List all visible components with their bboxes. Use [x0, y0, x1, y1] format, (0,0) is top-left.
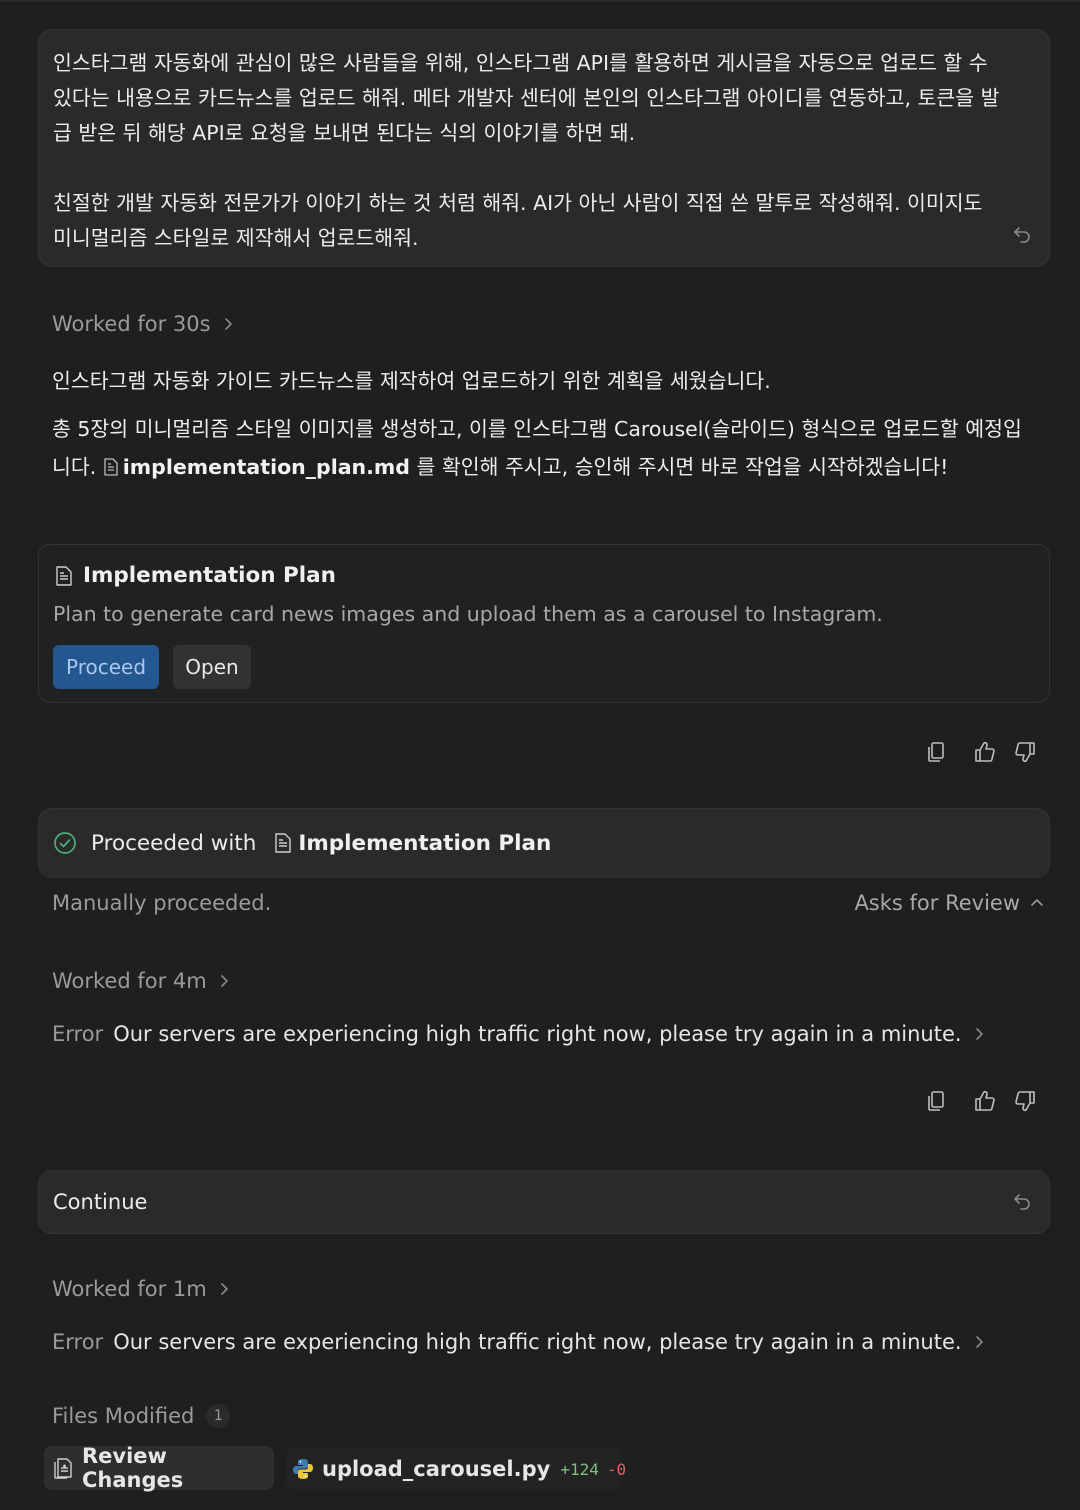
asks-for-review-label: Asks for Review: [854, 891, 1020, 915]
document-icon: [274, 833, 292, 853]
feedback-toolbar-1: [925, 740, 1037, 764]
files-count-badge: 1: [206, 1404, 231, 1428]
implementation-plan-card: Implementation Plan Plan to generate car…: [38, 544, 1050, 703]
feedback-toolbar-2: [925, 1089, 1037, 1113]
thumbs-down-icon[interactable]: [1013, 1089, 1037, 1113]
lines-added: +124: [560, 1459, 599, 1479]
proceeded-file-link[interactable]: Implementation Plan: [298, 831, 551, 856]
files-modified-header: Files Modified 1: [52, 1404, 231, 1428]
proceeded-with-bar[interactable]: Proceeded with Implementation Plan: [38, 808, 1050, 878]
document-icon: [103, 458, 119, 476]
proceed-button[interactable]: Proceed: [53, 645, 159, 689]
manually-proceeded-text: Manually proceeded.: [52, 891, 272, 915]
worked-for-30s[interactable]: Worked for 30s: [52, 312, 235, 336]
review-changes-button[interactable]: Review Changes: [44, 1444, 274, 1492]
open-button[interactable]: Open: [173, 645, 251, 689]
response-line-2-post: 를 확인해 주시고, 승인해 주시면 바로 작업을 시작하겠습니다!: [416, 455, 949, 479]
response-paragraph-2: 총 5장의 미니멀리즘 스타일 이미지를 생성하고, 이를 인스타그램 Caro…: [52, 410, 1032, 486]
thumbs-up-icon[interactable]: [973, 1089, 997, 1113]
chevron-right-icon: [221, 317, 235, 331]
continue-text: Continue: [53, 1190, 148, 1214]
files-modified-label: Files Modified: [52, 1404, 195, 1428]
error-label: Error: [52, 1330, 104, 1354]
lines-removed: -0: [606, 1459, 627, 1479]
error-message-1[interactable]: Error Our servers are experiencing high …: [52, 1022, 986, 1046]
implementation-plan-file-link[interactable]: implementation_plan.md: [123, 455, 410, 479]
check-circle-icon: [53, 831, 77, 855]
error-text: Our servers are experiencing high traffi…: [113, 1022, 962, 1046]
plan-title: Implementation Plan: [55, 563, 336, 588]
thumbs-up-icon[interactable]: [973, 740, 997, 764]
thumbs-down-icon[interactable]: [1013, 740, 1037, 764]
plan-title-text: Implementation Plan: [83, 563, 336, 588]
modified-file-name: upload_carousel.py: [322, 1457, 551, 1481]
proceeded-label: Proceeded with: [91, 830, 257, 856]
error-message-2[interactable]: Error Our servers are experiencing high …: [52, 1330, 986, 1354]
asks-for-review-toggle[interactable]: Asks for Review: [854, 891, 1044, 915]
response-line-1: 인스타그램 자동화 가이드 카드뉴스를 제작하여 업로드하기 위한 계획을 세웠…: [52, 369, 771, 393]
undo-icon[interactable]: [1012, 224, 1032, 244]
chevron-right-icon: [217, 974, 231, 988]
review-changes-label: Review Changes: [82, 1444, 184, 1492]
chevron-right-icon: [972, 1027, 986, 1041]
user-message-paragraph-2: 친절한 개발 자동화 전문가가 이야기 하는 것 처럼 해줘. AI가 아닌 사…: [53, 191, 983, 250]
user-message-paragraph-1: 인스타그램 자동화에 관심이 많은 사람들을 위해, 인스타그램 API를 활용…: [53, 51, 1000, 145]
error-text: Our servers are experiencing high traffi…: [113, 1330, 962, 1354]
copy-icon[interactable]: [925, 740, 949, 764]
worked-label: Worked for 4m: [52, 969, 207, 993]
undo-icon[interactable]: [1012, 1191, 1032, 1211]
review-document-icon: [52, 1457, 74, 1479]
chevron-up-icon: [1030, 896, 1044, 910]
modified-file-chip[interactable]: upload_carousel.py +124 -0: [286, 1448, 626, 1490]
worked-for-4m[interactable]: Worked for 4m: [52, 969, 231, 993]
error-label: Error: [52, 1022, 104, 1046]
copy-icon[interactable]: [925, 1089, 949, 1113]
worked-label: Worked for 30s: [52, 312, 211, 336]
user-message-bubble: 인스타그램 자동화에 관심이 많은 사람들을 위해, 인스타그램 API를 활용…: [38, 29, 1050, 267]
python-icon: [292, 1458, 314, 1480]
worked-label: Worked for 1m: [52, 1277, 207, 1301]
plan-description: Plan to generate card news images and up…: [53, 602, 883, 626]
chevron-right-icon: [972, 1335, 986, 1349]
continue-message-bubble: Continue: [38, 1170, 1050, 1234]
worked-for-1m[interactable]: Worked for 1m: [52, 1277, 231, 1301]
top-divider: [0, 0, 1080, 2]
chevron-right-icon: [217, 1282, 231, 1296]
document-icon: [55, 565, 73, 586]
